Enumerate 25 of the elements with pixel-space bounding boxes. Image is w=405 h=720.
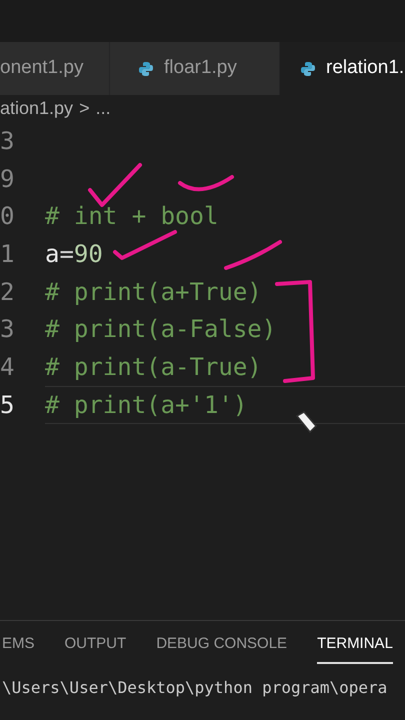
line-number: 4	[0, 352, 16, 383]
panel-tab[interactable]: OUTPUT	[64, 627, 126, 664]
code-line: # print(a-False)	[45, 314, 276, 346]
breadcrumb-item[interactable]: ation1.py	[0, 95, 74, 122]
panel-tab[interactable]: TERMINAL	[317, 627, 393, 664]
line-number: 0	[0, 201, 16, 232]
panel-tab[interactable]: EMS	[2, 627, 35, 664]
line-number: 1	[0, 238, 16, 270]
line-number: 9	[0, 164, 16, 195]
breadcrumb-separator: >	[79, 97, 90, 120]
breadcrumb-item[interactable]: ...	[96, 95, 111, 122]
cursor-icon	[294, 410, 318, 434]
editor-tab[interactable]: floar1.py	[110, 42, 280, 95]
code-line: # int + bool	[45, 201, 218, 232]
line-number: 2	[0, 276, 16, 308]
line-number: 3	[0, 314, 16, 346]
panel-tab[interactable]: DEBUG CONSOLE	[156, 627, 288, 664]
code-line: # print(a+True)	[45, 276, 262, 308]
terminal-text: \Users\User\Desktop\python program\opera	[1, 677, 388, 699]
editor-tab[interactable]: relation1.	[280, 42, 405, 95]
code-line: a=90	[45, 238, 103, 270]
line-number: 3	[0, 126, 16, 157]
editor-tab[interactable]: onent1.py	[0, 42, 110, 95]
line-number: 5	[0, 390, 16, 421]
code-line: # print(a-True)	[45, 352, 262, 383]
